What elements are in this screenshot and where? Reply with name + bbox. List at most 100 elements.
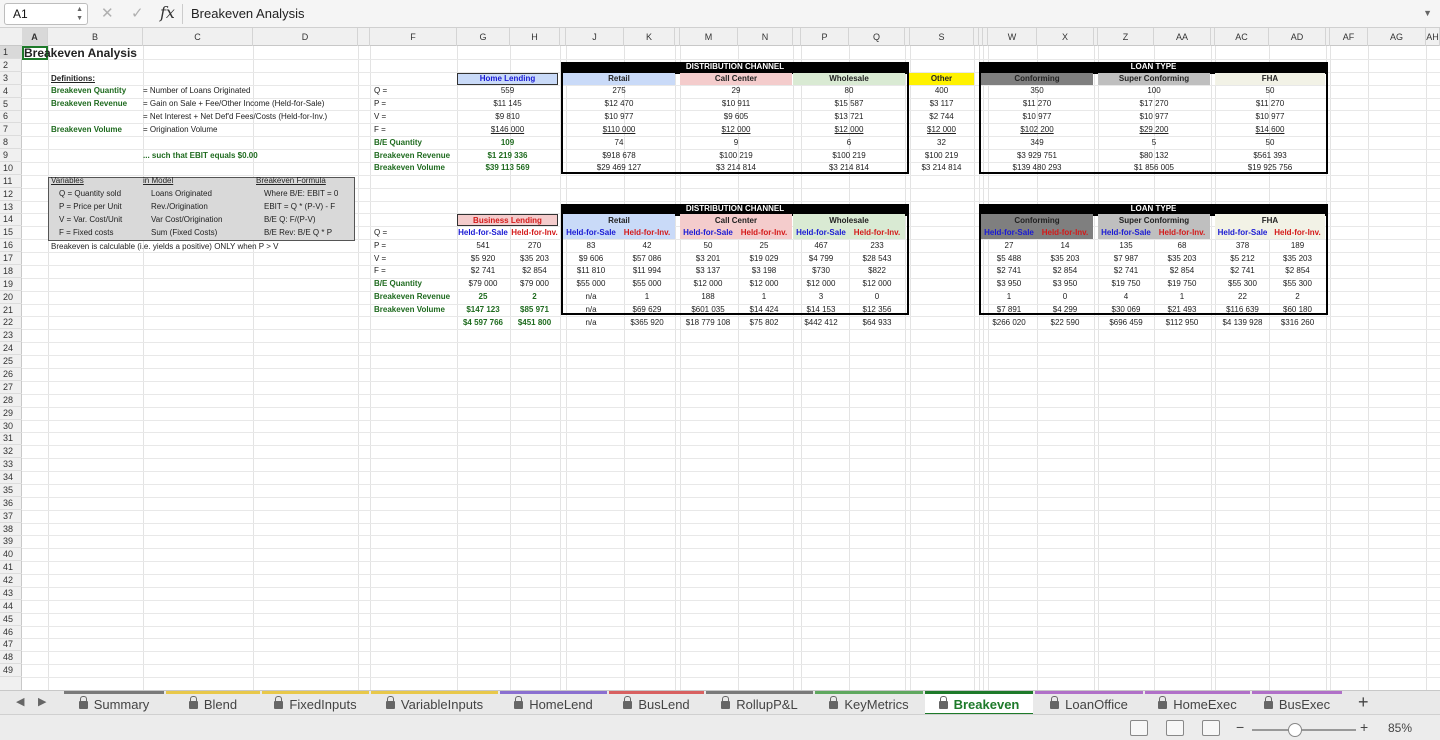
row-header-39[interactable]: 39 [0, 535, 22, 549]
expand-formula-bar-icon[interactable]: ▼ [1423, 8, 1432, 18]
zoom-out-icon[interactable]: − [1236, 719, 1244, 735]
column-header-aa[interactable]: AA [1154, 28, 1211, 46]
column-header-ac[interactable]: AC [1215, 28, 1269, 46]
column-header-g[interactable]: G [457, 28, 510, 46]
row-header-7[interactable]: 7 [0, 123, 22, 137]
cancel-icon[interactable]: ✕ [101, 4, 114, 22]
row-header-33[interactable]: 33 [0, 458, 22, 472]
zoom-in-icon[interactable]: + [1360, 719, 1368, 735]
row-header-44[interactable]: 44 [0, 600, 22, 613]
row-header-30[interactable]: 30 [0, 420, 22, 433]
row-header-29[interactable]: 29 [0, 407, 22, 420]
column-header-b[interactable]: B [48, 28, 143, 46]
row-header-48[interactable]: 48 [0, 651, 22, 665]
row-header-17[interactable]: 17 [0, 252, 22, 266]
prev-sheet-icon[interactable]: ◀ [16, 695, 24, 708]
column-header-a[interactable]: A [22, 28, 48, 46]
column-header-ag[interactable]: AG [1368, 28, 1426, 46]
row-header-11[interactable]: 11 [0, 175, 22, 188]
normal-view-icon[interactable] [1130, 720, 1148, 736]
row-header-21[interactable]: 21 [0, 304, 22, 317]
row-header-15[interactable]: 15 [0, 226, 22, 240]
formula-input[interactable]: Breakeven Analysis [191, 6, 304, 21]
row-header-35[interactable]: 35 [0, 484, 22, 497]
column-header-x[interactable]: X [1037, 28, 1094, 46]
column-header-m[interactable]: M [680, 28, 738, 46]
sheet-tab-variableinputs[interactable]: VariableInputs [371, 691, 498, 715]
row-header-27[interactable]: 27 [0, 381, 22, 394]
sheet-tab-blend[interactable]: Blend [166, 691, 260, 715]
row-header-45[interactable]: 45 [0, 613, 22, 626]
row-header-46[interactable]: 46 [0, 626, 22, 639]
row-header-43[interactable]: 43 [0, 587, 22, 600]
column-header-o[interactable] [793, 28, 801, 46]
zoom-slider[interactable] [1252, 729, 1356, 731]
function-icon[interactable]: fx [160, 3, 175, 22]
row-header-47[interactable]: 47 [0, 638, 22, 652]
row-header-22[interactable]: 22 [0, 316, 22, 330]
row-header-4[interactable]: 4 [0, 85, 22, 98]
row-header-12[interactable]: 12 [0, 188, 22, 201]
cell-area[interactable]: Breakeven Analysis Definitions: Breakeven … [22, 46, 1440, 690]
column-header-e[interactable] [358, 28, 370, 46]
row-header-9[interactable]: 9 [0, 149, 22, 163]
column-header-j[interactable]: J [566, 28, 624, 46]
row-header-24[interactable]: 24 [0, 342, 22, 356]
row-header-14[interactable]: 14 [0, 213, 22, 227]
sheet-tab-homelend[interactable]: HomeLend [500, 691, 607, 715]
page-break-view-icon[interactable] [1202, 720, 1220, 736]
column-header-f[interactable]: F [370, 28, 457, 46]
confirm-icon[interactable]: ✓ [131, 4, 144, 22]
row-header-38[interactable]: 38 [0, 523, 22, 536]
sheet-tab-buslend[interactable]: BusLend [609, 691, 704, 715]
add-sheet-icon[interactable]: + [1358, 692, 1369, 713]
column-header-z[interactable]: Z [1098, 28, 1154, 46]
column-header-k[interactable]: K [624, 28, 675, 46]
row-header-2[interactable]: 2 [0, 59, 22, 72]
row-header-42[interactable]: 42 [0, 574, 22, 588]
column-header-p[interactable]: P [801, 28, 849, 46]
row-header-13[interactable]: 13 [0, 201, 22, 214]
sheet-tab-breakeven[interactable]: Breakeven [925, 691, 1033, 715]
sheet-tab-summary[interactable]: Summary [64, 691, 164, 715]
row-header-32[interactable]: 32 [0, 445, 22, 459]
column-header-h[interactable]: H [510, 28, 560, 46]
row-header-8[interactable]: 8 [0, 136, 22, 150]
row-header-3[interactable]: 3 [0, 72, 22, 85]
column-header-s[interactable]: S [910, 28, 974, 46]
row-header-19[interactable]: 19 [0, 278, 22, 291]
row-header-5[interactable]: 5 [0, 98, 22, 111]
row-header-10[interactable]: 10 [0, 162, 22, 175]
column-header-n[interactable]: N [738, 28, 793, 46]
column-header-c[interactable]: C [143, 28, 253, 46]
row-header-36[interactable]: 36 [0, 497, 22, 510]
row-header-16[interactable]: 16 [0, 239, 22, 253]
sheet-tab-homeexec[interactable]: HomeExec [1145, 691, 1250, 715]
row-header-28[interactable]: 28 [0, 394, 22, 407]
row-header-31[interactable]: 31 [0, 432, 22, 446]
column-header-af[interactable]: AF [1330, 28, 1368, 46]
page-layout-view-icon[interactable] [1166, 720, 1184, 736]
column-header-w[interactable]: W [988, 28, 1037, 46]
row-header-26[interactable]: 26 [0, 368, 22, 381]
sheet-tab-busexec[interactable]: BusExec [1252, 691, 1342, 715]
row-header-37[interactable]: 37 [0, 510, 22, 523]
row-header-18[interactable]: 18 [0, 265, 22, 278]
row-header-1[interactable]: 1 [0, 46, 22, 59]
next-sheet-icon[interactable]: ▶ [38, 695, 46, 708]
column-header-ah[interactable]: AH [1426, 28, 1440, 46]
sheet-tab-fixedinputs[interactable]: FixedInputs [262, 691, 369, 715]
column-header-q[interactable]: Q [849, 28, 905, 46]
zoom-slider-knob[interactable] [1288, 723, 1302, 737]
column-header-ad[interactable]: AD [1269, 28, 1326, 46]
row-header-20[interactable]: 20 [0, 291, 22, 304]
row-header-49[interactable]: 49 [0, 664, 22, 678]
spreadsheet-grid[interactable]: A B C D F G H J K M N P Q S W X Z AA AC AD AF AG AH 1234567891… [0, 28, 1440, 690]
name-box[interactable]: A1 ▲ ▼ [4, 3, 88, 25]
row-header-6[interactable]: 6 [0, 110, 22, 124]
row-header-23[interactable]: 23 [0, 329, 22, 343]
column-header-d[interactable]: D [253, 28, 358, 46]
row-header-34[interactable]: 34 [0, 471, 22, 485]
sheet-tab-rolluppl[interactable]: RollupP&L [706, 691, 813, 715]
sheet-tab-loanoffice[interactable]: LoanOffice [1035, 691, 1143, 715]
